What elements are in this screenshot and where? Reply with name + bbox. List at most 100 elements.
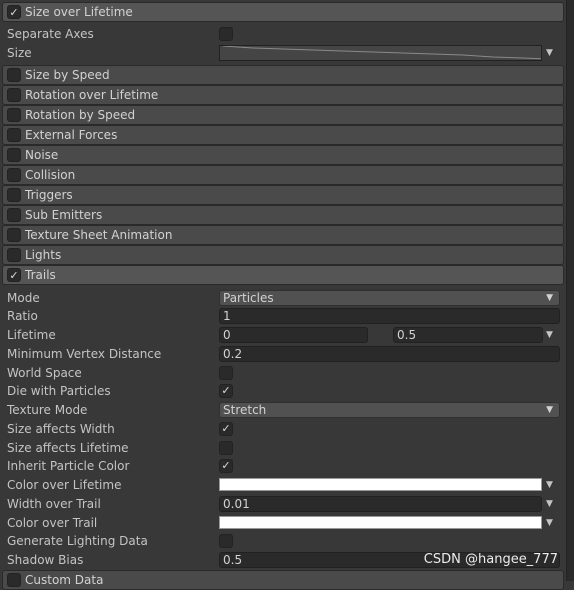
generate-lighting-data-label: Generate Lighting Data <box>7 533 148 548</box>
die-with-particles-checkbox[interactable]: ✓ <box>219 383 233 398</box>
checkbox[interactable] <box>7 248 21 262</box>
module-label: Custom Data <box>25 573 104 587</box>
world-space-row: World Space <box>0 363 566 382</box>
checkbox[interactable] <box>7 188 21 202</box>
particle-system-inspector: ✓ Size over Lifetime Separate Axes Size … <box>0 0 566 590</box>
width-over-trail-row: Width over Trail 0.01 ▼ <box>0 494 566 513</box>
color-over-lifetime-label: Color over Lifetime <box>7 477 122 492</box>
module-label: External Forces <box>25 128 118 142</box>
dropdown-icon[interactable]: ▼ <box>546 480 553 490</box>
dropdown-icon[interactable]: ▼ <box>546 499 553 509</box>
module-trails[interactable]: ✓ Trails <box>2 265 564 285</box>
texture-mode-value: Stretch <box>223 402 267 417</box>
size-affects-lifetime-label: Size affects Lifetime <box>7 440 129 455</box>
ratio-label: Ratio <box>7 309 38 323</box>
inherit-particle-color-label: Inherit Particle Color <box>7 458 130 473</box>
dropdown-icon[interactable]: ▼ <box>546 48 553 58</box>
module-external-forces[interactable]: External Forces <box>2 125 564 145</box>
scrollbar[interactable] <box>566 0 574 581</box>
min-vertex-distance-row: Minimum Vertex Distance 0.2 <box>0 344 566 363</box>
color-over-lifetime-swatch[interactable] <box>219 478 542 491</box>
world-space-checkbox[interactable] <box>219 365 233 380</box>
module-lights[interactable]: Lights <box>2 245 564 265</box>
module-label: Size by Speed <box>25 68 110 82</box>
module-rotation-over-lifetime[interactable]: Rotation over Lifetime <box>2 85 564 105</box>
mode-dropdown[interactable]: Particles ▼ <box>219 289 560 306</box>
size-affects-width-label: Size affects Width <box>7 421 115 436</box>
width-over-trail-value: 0.01 <box>223 496 250 511</box>
checkbox[interactable] <box>7 128 21 142</box>
min-vertex-distance-value: 0.2 <box>223 346 243 361</box>
ratio-row: Ratio 1 <box>0 307 566 326</box>
checkbox[interactable] <box>7 148 21 162</box>
checkbox[interactable] <box>7 228 21 242</box>
size-affects-lifetime-row: Size affects Lifetime <box>0 438 566 457</box>
separate-axes-checkbox[interactable] <box>219 26 233 41</box>
module-size-over-lifetime[interactable]: ✓ Size over Lifetime <box>2 2 564 22</box>
size-label: Size <box>7 45 32 60</box>
die-with-particles-row: Die with Particles ✓ <box>0 381 566 400</box>
inherit-particle-color-row: Inherit Particle Color ✓ <box>0 456 566 475</box>
lifetime-max-value: 0.5 <box>397 327 417 342</box>
check-icon[interactable]: ✓ <box>7 268 21 282</box>
mode-label: Mode <box>7 290 40 305</box>
mode-value: Particles <box>223 290 274 305</box>
module-label: Texture Sheet Animation <box>25 228 173 242</box>
module-collision[interactable]: Collision <box>2 165 564 185</box>
shadow-bias-value: 0.5 <box>223 552 243 567</box>
die-with-particles-label: Die with Particles <box>7 383 111 398</box>
size-row: Size ▼ <box>0 43 566 62</box>
module-label: Trails <box>25 268 56 282</box>
generate-lighting-data-row: Generate Lighting Data <box>0 531 566 550</box>
separate-axes-row: Separate Axes <box>0 24 566 43</box>
lifetime-min-value: 0 <box>223 327 231 342</box>
checkbox[interactable] <box>7 68 21 82</box>
world-space-label: World Space <box>7 365 82 380</box>
module-size-by-speed[interactable]: Size by Speed <box>2 65 564 85</box>
generate-lighting-data-checkbox[interactable] <box>219 533 233 548</box>
module-noise[interactable]: Noise <box>2 145 564 165</box>
size-affects-width-checkbox[interactable]: ✓ <box>219 421 233 436</box>
check-icon[interactable]: ✓ <box>7 5 21 19</box>
dropdown-icon: ▼ <box>546 404 553 415</box>
module-label: Sub Emitters <box>25 208 103 222</box>
texture-mode-dropdown[interactable]: Stretch ▼ <box>219 401 560 418</box>
module-custom-data[interactable]: Custom Data <box>2 570 564 590</box>
dropdown-icon[interactable]: ▼ <box>546 518 553 528</box>
module-label: Size over Lifetime <box>25 5 133 19</box>
ratio-value: 1 <box>223 309 231 323</box>
checkbox[interactable] <box>7 168 21 182</box>
ratio-input[interactable]: 1 <box>219 308 560 324</box>
mode-row: Mode Particles ▼ <box>0 288 566 307</box>
color-over-lifetime-row: Color over Lifetime ▼ <box>0 475 566 494</box>
min-vertex-distance-label: Minimum Vertex Distance <box>7 346 162 361</box>
module-label: Lights <box>25 248 62 262</box>
checkbox[interactable] <box>7 88 21 102</box>
lifetime-max-input[interactable]: 0.5 <box>393 326 543 343</box>
module-sub-emitters[interactable]: Sub Emitters <box>2 205 564 225</box>
size-affects-lifetime-checkbox[interactable] <box>219 440 233 455</box>
color-over-trail-swatch[interactable] <box>219 516 542 529</box>
color-over-trail-label: Color over Trail <box>7 515 98 530</box>
min-vertex-distance-input[interactable]: 0.2 <box>219 345 560 362</box>
lifetime-min-input[interactable]: 0 <box>219 326 368 343</box>
size-curve-field[interactable] <box>219 44 542 61</box>
module-triggers[interactable]: Triggers <box>2 185 564 205</box>
width-over-trail-input[interactable]: 0.01 <box>219 495 542 512</box>
checkbox[interactable] <box>7 573 21 587</box>
checkbox[interactable] <box>7 108 21 122</box>
color-over-trail-row: Color over Trail ▼ <box>0 513 566 532</box>
watermark: CSDN @hangee_777 <box>423 552 558 567</box>
dropdown-icon: ▼ <box>546 292 553 303</box>
size-curve-preview <box>223 45 541 59</box>
module-texture-sheet-animation[interactable]: Texture Sheet Animation <box>2 225 564 245</box>
width-over-trail-label: Width over Trail <box>7 496 101 511</box>
shadow-bias-label: Shadow Bias <box>7 552 84 567</box>
module-label: Noise <box>25 148 59 162</box>
inherit-particle-color-checkbox[interactable]: ✓ <box>219 458 233 473</box>
module-rotation-by-speed[interactable]: Rotation by Speed <box>2 105 564 125</box>
dropdown-icon[interactable]: ▼ <box>546 330 553 340</box>
lifetime-label: Lifetime <box>7 327 56 342</box>
texture-mode-label: Texture Mode <box>7 402 88 417</box>
checkbox[interactable] <box>7 208 21 222</box>
